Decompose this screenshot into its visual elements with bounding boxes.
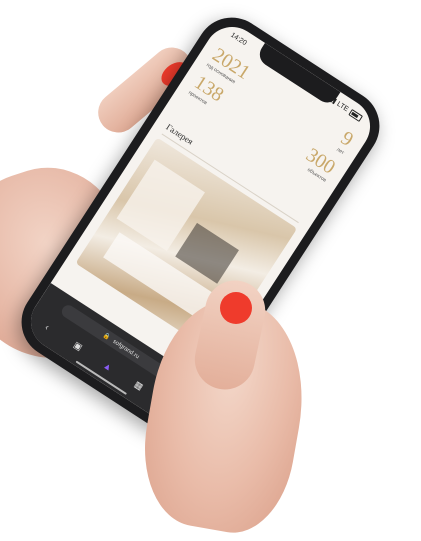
lock-icon: 🔒 xyxy=(101,332,112,342)
tabs-counter-button[interactable]: ▩ xyxy=(130,377,148,394)
network-label: LTE xyxy=(335,100,350,113)
right-fingernail xyxy=(220,292,252,324)
battery-icon xyxy=(348,108,364,122)
back-button[interactable]: ‹ xyxy=(39,319,56,335)
chevron-left-icon: ‹ xyxy=(43,321,52,332)
tabs-button[interactable]: ▣ xyxy=(69,338,87,355)
tab-switch-icon: ▩ xyxy=(132,378,146,392)
url-text: sofgrand.ru xyxy=(111,338,141,360)
tabs-icon: ▣ xyxy=(71,339,85,353)
alice-icon: ▲ xyxy=(101,359,115,373)
assistant-button[interactable]: ▲ xyxy=(100,358,117,374)
gallery-title: Галерея xyxy=(164,121,196,147)
status-time: 14:20 xyxy=(229,31,248,47)
